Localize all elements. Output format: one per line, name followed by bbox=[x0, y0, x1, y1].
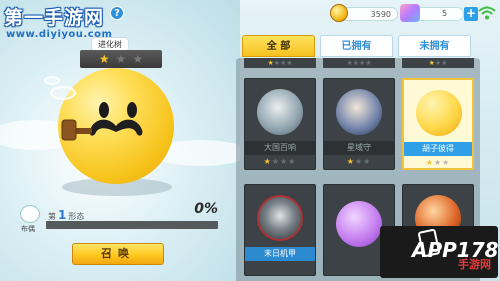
pet-mustache-peter[interactable] bbox=[58, 68, 174, 184]
pet-card-stars: ★★★ bbox=[425, 158, 451, 167]
pet-card-name: 末日机甲 bbox=[245, 247, 315, 261]
tab-all[interactable]: 全 部 bbox=[242, 35, 315, 57]
doll-icon[interactable] bbox=[20, 205, 40, 223]
pet-portrait bbox=[416, 90, 462, 136]
card-star-strip: ★★★ bbox=[402, 58, 474, 68]
watermark-sub: 手游网 bbox=[458, 258, 491, 271]
pet-card-name: 胡子彼得 bbox=[404, 142, 472, 156]
pet-card-stars: ★★★★ bbox=[263, 157, 297, 166]
wifi-icon bbox=[478, 6, 496, 20]
stage-number: 1 bbox=[58, 208, 67, 222]
gem-value: 5 bbox=[442, 9, 448, 18]
pet-star-rating: ★ ★ ★ bbox=[80, 50, 162, 68]
evolution-progress: 布偶 第 1 形态 0% bbox=[18, 200, 218, 236]
pet-portrait bbox=[257, 195, 303, 241]
progress-percent: 0% bbox=[194, 201, 218, 217]
stage-prefix: 第 bbox=[48, 212, 56, 221]
tab-not-owned[interactable]: 未拥有 bbox=[398, 35, 471, 57]
pet-scene: 第一手游网 www.diyiyou.com ? 进化树 ★ ★ ★ 布偶 第1形… bbox=[0, 0, 240, 281]
pet-portrait bbox=[257, 89, 303, 135]
pipe-smoke bbox=[50, 86, 76, 100]
pet-portrait bbox=[336, 89, 382, 135]
card-star-strip: ★★★★ bbox=[244, 58, 316, 68]
star-filled-icon: ★ bbox=[98, 52, 110, 66]
pet-card-selected[interactable]: 胡子彼得 ★★★ bbox=[402, 78, 474, 170]
summon-button[interactable]: 召唤 bbox=[72, 243, 164, 265]
pet-filter-tabs: 全 部 已拥有 未拥有 bbox=[242, 35, 478, 59]
pet-portrait bbox=[336, 201, 382, 247]
progress-bar bbox=[46, 221, 218, 229]
star-empty-icon: ★ bbox=[115, 52, 127, 66]
card-star-strip: ★★★★ bbox=[323, 58, 395, 68]
watermark-title: 第一手游网 bbox=[4, 7, 105, 29]
currency-bar: 3590 5 + bbox=[330, 4, 498, 24]
pet-card[interactable]: 大国百响 ★★★★ bbox=[244, 78, 316, 170]
pipe-smoke bbox=[44, 76, 60, 85]
coin-icon bbox=[330, 4, 348, 22]
pet-card[interactable]: 星域守 ★★★ bbox=[323, 78, 395, 170]
tab-owned[interactable]: 已拥有 bbox=[320, 35, 393, 57]
pet-card-name: 星域守 bbox=[324, 141, 394, 155]
stage-text: 第 1 形态 bbox=[48, 208, 84, 222]
doll-label: 布偶 bbox=[21, 225, 35, 233]
stage-suffix: 形态 bbox=[68, 212, 85, 221]
add-gem-button[interactable]: + bbox=[464, 7, 478, 21]
pet-card-name: 大国百响 bbox=[245, 141, 315, 155]
pet-face-icon bbox=[61, 102, 143, 141]
gem-icon bbox=[400, 4, 420, 22]
pet-card[interactable]: 末日机甲 bbox=[244, 184, 316, 276]
pet-card-stars: ★★★ bbox=[346, 157, 372, 166]
star-empty-icon: ★ bbox=[132, 52, 144, 66]
question-icon[interactable]: ? bbox=[110, 6, 124, 20]
coin-value: 3590 bbox=[370, 10, 391, 19]
watermark-app178: APP178 手游网 bbox=[380, 226, 499, 278]
